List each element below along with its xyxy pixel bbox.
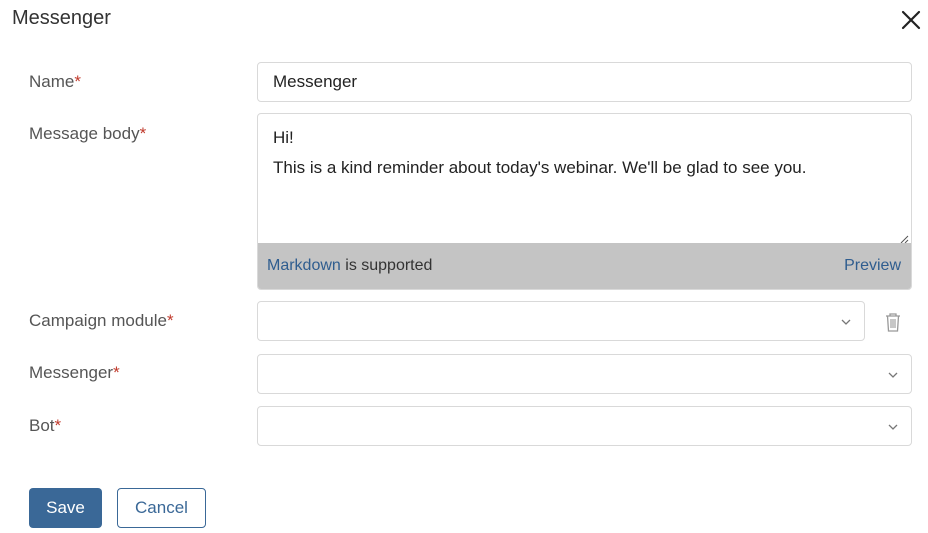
preview-link[interactable]: Preview: [844, 257, 901, 275]
close-icon[interactable]: [900, 9, 922, 31]
chevron-down-icon: [887, 420, 899, 432]
markdown-suffix: is supported: [340, 257, 433, 274]
markdown-note: Markdown is supported: [267, 257, 432, 275]
save-button[interactable]: Save: [29, 488, 102, 528]
name-label-text: Name: [29, 72, 75, 91]
messenger-label-text: Messenger: [29, 363, 114, 382]
messenger-label: Messenger*: [29, 363, 120, 383]
message-body-line: Hi!: [273, 128, 294, 147]
message-body-textarea[interactable]: Hi! This is a kind reminder about today'…: [257, 113, 912, 290]
message-body-label: Message body*: [29, 124, 146, 144]
markdown-bar: Markdown is supported Preview: [258, 243, 911, 289]
campaign-module-select[interactable]: [257, 301, 865, 341]
message-body-label-text: Message body: [29, 124, 140, 143]
required-mark: *: [113, 363, 120, 382]
required-mark: *: [139, 124, 147, 143]
required-mark: *: [74, 72, 81, 91]
cancel-button[interactable]: Cancel: [117, 488, 206, 528]
chevron-down-icon: [887, 368, 899, 380]
messenger-select[interactable]: [257, 354, 912, 394]
dialog-title: Messenger: [12, 7, 111, 29]
message-body-line: This is a kind reminder about today's we…: [273, 158, 807, 177]
trash-icon[interactable]: [882, 311, 904, 333]
campaign-module-label-text: Campaign module: [29, 311, 167, 330]
name-label: Name*: [29, 72, 81, 92]
required-mark: *: [54, 416, 62, 435]
required-mark: *: [166, 311, 174, 330]
resize-handle-icon[interactable]: [899, 231, 909, 244]
markdown-link[interactable]: Markdown: [267, 257, 341, 274]
campaign-module-label: Campaign module*: [29, 311, 174, 331]
chevron-down-icon: [840, 315, 852, 327]
name-input[interactable]: Messenger: [257, 62, 912, 102]
message-body-content[interactable]: Hi! This is a kind reminder about today'…: [273, 123, 806, 183]
bot-select[interactable]: [257, 406, 912, 446]
bot-label: Bot*: [29, 416, 61, 436]
bot-label-text: Bot: [29, 416, 55, 435]
